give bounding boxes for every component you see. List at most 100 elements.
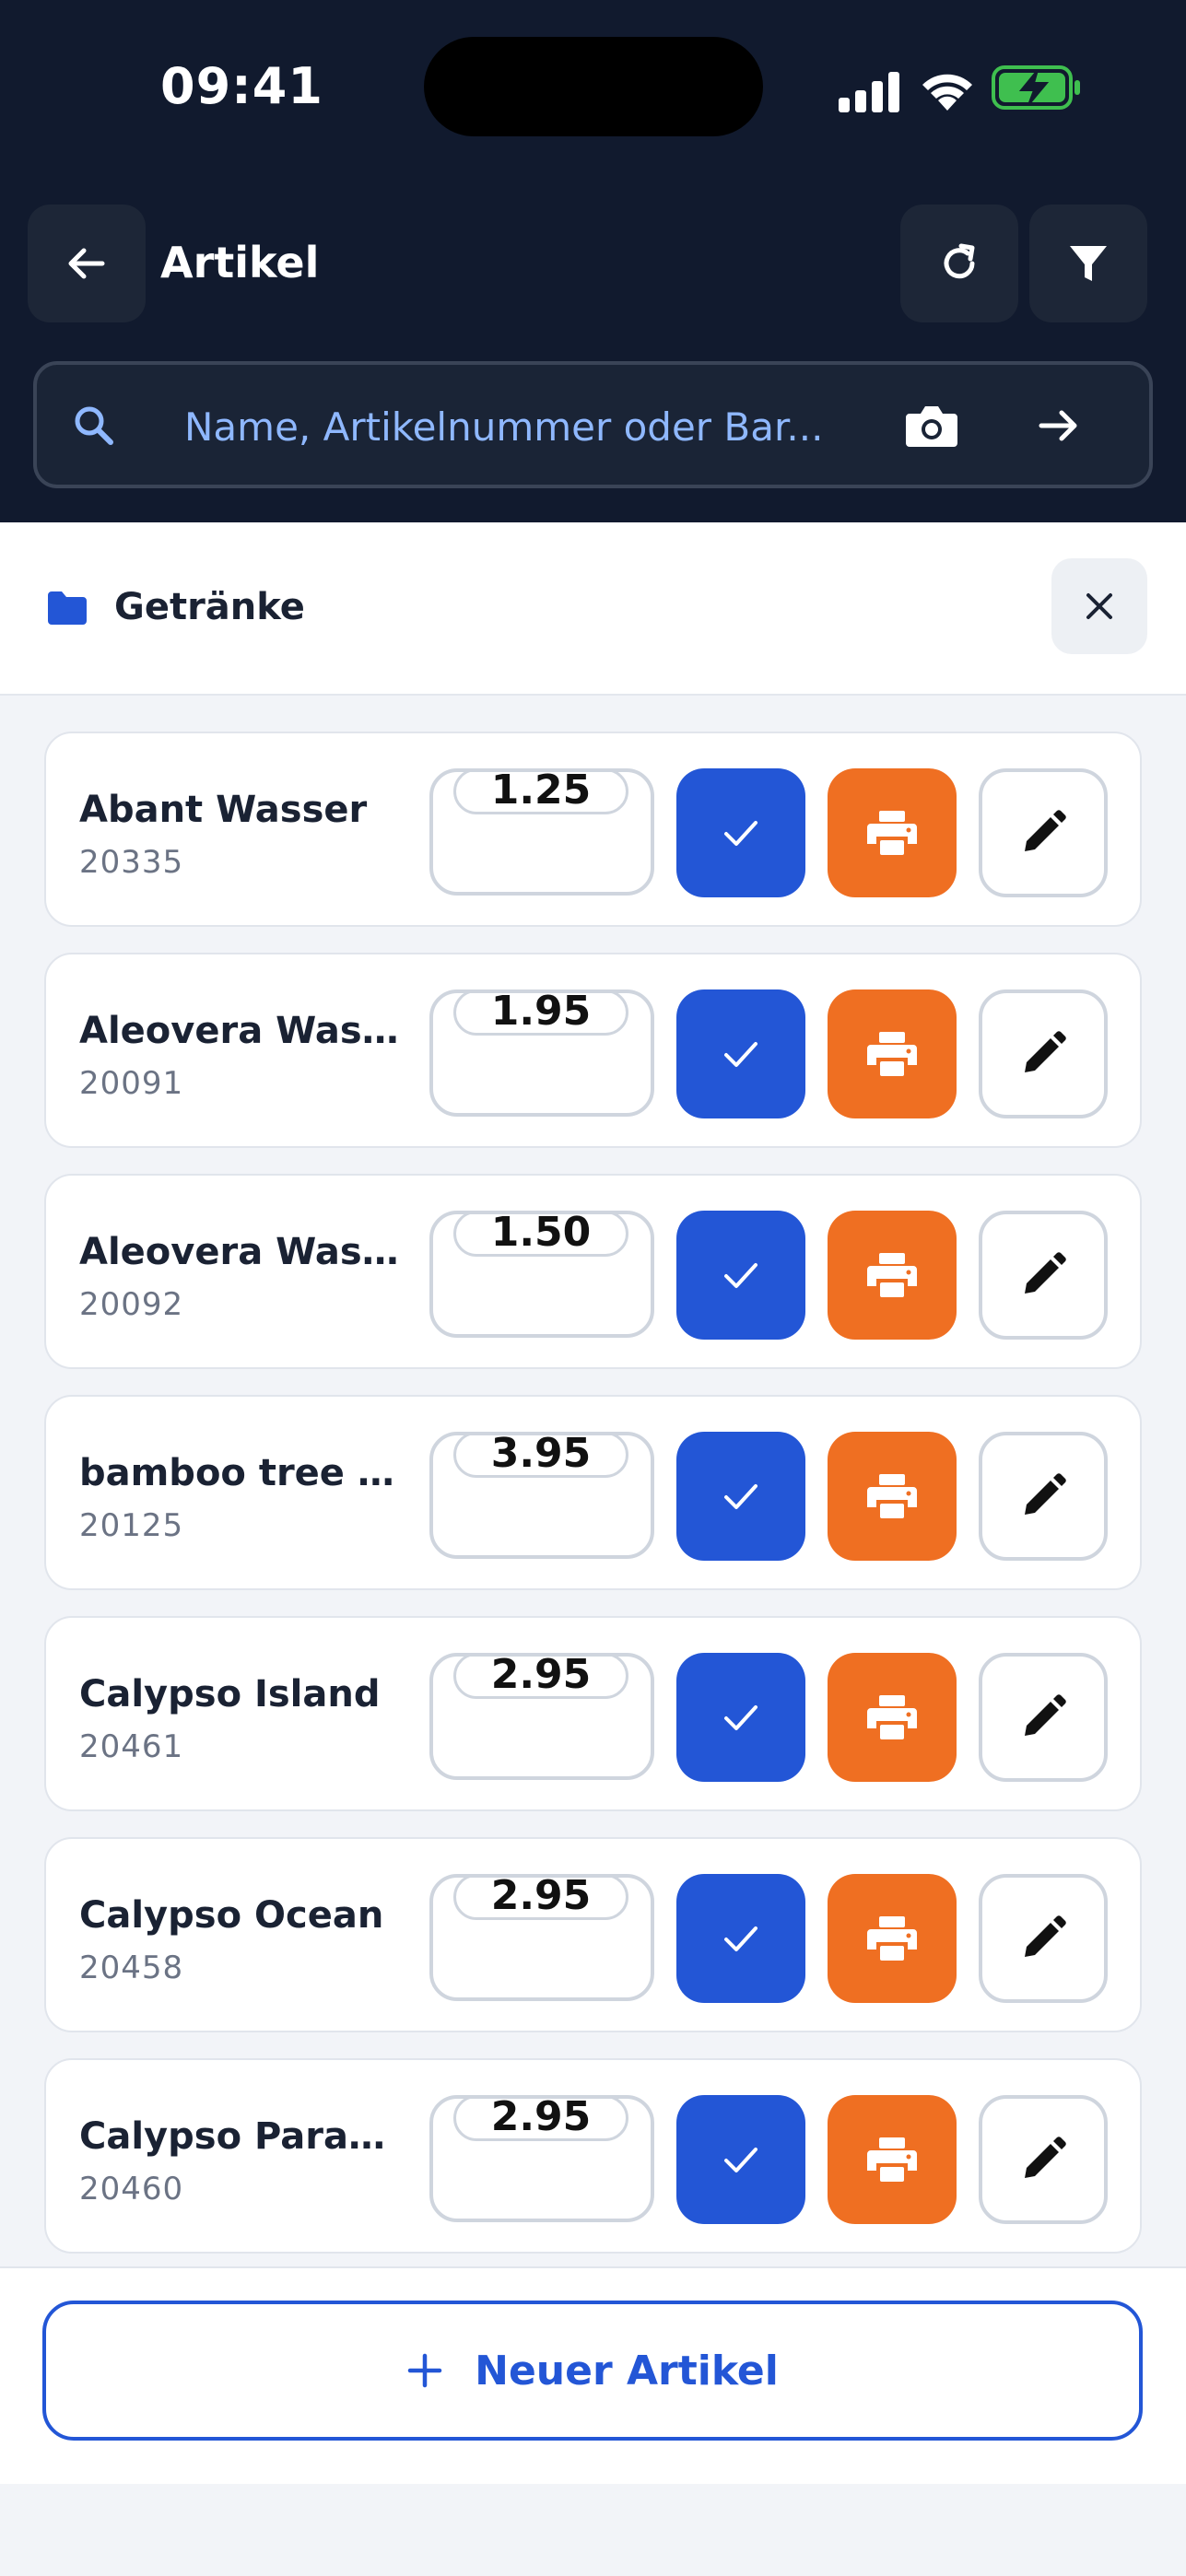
price-value: 2.95 xyxy=(453,2095,628,2141)
edit-item-button[interactable] xyxy=(979,1653,1108,1782)
print-label-button[interactable] xyxy=(828,768,957,897)
wifi-icon xyxy=(922,74,972,111)
confirm-price-button[interactable] xyxy=(676,1211,805,1340)
price-input[interactable]: 1.95 xyxy=(429,989,654,1117)
confirm-price-button[interactable] xyxy=(676,1874,805,2003)
refresh-button[interactable] xyxy=(900,205,1018,322)
price-value: 2.95 xyxy=(453,1653,628,1699)
back-button[interactable] xyxy=(28,205,146,322)
confirm-price-button[interactable] xyxy=(676,1653,805,1782)
new-item-label: Neuer Artikel xyxy=(475,2347,779,2395)
new-item-button[interactable]: Neuer Artikel xyxy=(42,2301,1143,2441)
item-number: 20460 xyxy=(79,2171,184,2207)
item-card[interactable]: Abant Wasser 20335 1.25 xyxy=(44,732,1142,927)
pencil-icon xyxy=(1025,2137,1066,2178)
item-name: Calypso Paradise xyxy=(79,2115,411,2158)
item-number: 20092 xyxy=(79,1286,184,1323)
print-label-button[interactable] xyxy=(828,1874,957,2003)
edit-item-button[interactable] xyxy=(979,1874,1108,2003)
check-icon xyxy=(724,1263,757,1288)
pencil-icon xyxy=(1025,1031,1066,1072)
edit-item-button[interactable] xyxy=(979,2095,1108,2224)
item-card[interactable]: Calypso Paradise 20460 2.95 xyxy=(44,2058,1142,2254)
item-name: Abant Wasser xyxy=(79,789,368,831)
refresh-icon xyxy=(944,243,975,279)
pencil-icon xyxy=(1025,1252,1066,1294)
filter-icon xyxy=(1070,246,1107,281)
folder-icon xyxy=(48,591,87,625)
price-value: 1.50 xyxy=(453,1211,628,1257)
check-icon xyxy=(724,1705,757,1730)
arrow-right-icon xyxy=(1039,410,1077,441)
app-header: 09:41 Artikel xyxy=(0,0,1186,522)
camera-scan-button[interactable] xyxy=(890,387,973,464)
price-value: 1.95 xyxy=(453,989,628,1036)
cellular-signal-icon xyxy=(839,72,899,112)
print-label-button[interactable] xyxy=(828,2095,957,2224)
print-label-button[interactable] xyxy=(828,1432,957,1561)
item-name: Aleovera Wasse... xyxy=(79,1231,411,1273)
search-input[interactable] xyxy=(184,394,829,459)
item-card[interactable]: bamboo tree ko... 20125 3.95 xyxy=(44,1395,1142,1590)
printer-icon xyxy=(867,2137,917,2182)
search-icon xyxy=(75,406,113,445)
camera-icon xyxy=(906,406,957,447)
pencil-icon xyxy=(1025,810,1066,851)
item-card[interactable]: Calypso Island 20461 2.95 xyxy=(44,1616,1142,1811)
clear-category-button[interactable] xyxy=(1051,558,1147,654)
price-input[interactable]: 1.50 xyxy=(429,1211,654,1338)
price-input[interactable]: 2.95 xyxy=(429,1874,654,2001)
edit-item-button[interactable] xyxy=(979,989,1108,1118)
pencil-icon xyxy=(1025,1694,1066,1736)
price-input[interactable]: 2.95 xyxy=(429,2095,654,2222)
item-card[interactable]: Calypso Ocean 20458 2.95 xyxy=(44,1837,1142,2032)
close-icon xyxy=(1086,593,1112,619)
price-value: 3.95 xyxy=(453,1432,628,1478)
item-name: Calypso Island xyxy=(79,1673,381,1715)
printer-icon xyxy=(867,1253,917,1297)
plus-icon xyxy=(407,2353,442,2388)
price-input[interactable]: 3.95 xyxy=(429,1432,654,1559)
filter-button[interactable] xyxy=(1029,205,1147,322)
print-label-button[interactable] xyxy=(828,1653,957,1782)
printer-icon xyxy=(867,811,917,855)
item-card[interactable]: Aleovera Wasse... 20091 1.95 xyxy=(44,953,1142,1148)
printer-icon xyxy=(867,1695,917,1739)
printer-icon xyxy=(867,1916,917,1961)
search-submit-button[interactable] xyxy=(1017,387,1100,464)
printer-icon xyxy=(867,1474,917,1518)
item-number: 20125 xyxy=(79,1507,184,1544)
print-label-button[interactable] xyxy=(828,989,957,1118)
price-input[interactable]: 2.95 xyxy=(429,1653,654,1780)
confirm-price-button[interactable] xyxy=(676,2095,805,2224)
page-title: Artikel xyxy=(160,238,320,287)
check-icon xyxy=(724,1042,757,1067)
check-icon xyxy=(724,2148,757,2172)
edit-item-button[interactable] xyxy=(979,1432,1108,1561)
edit-item-button[interactable] xyxy=(979,768,1108,897)
item-name: Calypso Ocean xyxy=(79,1894,384,1937)
confirm-price-button[interactable] xyxy=(676,768,805,897)
confirm-price-button[interactable] xyxy=(676,1432,805,1561)
item-number: 20335 xyxy=(79,844,184,881)
category-label: Getränke xyxy=(114,586,305,628)
arrow-left-icon xyxy=(68,248,105,279)
check-icon xyxy=(724,1926,757,1951)
pencil-icon xyxy=(1025,1915,1066,1957)
dynamic-island xyxy=(424,37,763,136)
print-label-button[interactable] xyxy=(828,1211,957,1340)
item-number: 20458 xyxy=(79,1950,184,1986)
edit-item-button[interactable] xyxy=(979,1211,1108,1340)
price-value: 1.25 xyxy=(453,768,628,814)
price-input[interactable]: 1.25 xyxy=(429,768,654,896)
price-value: 2.95 xyxy=(453,1874,628,1920)
confirm-price-button[interactable] xyxy=(676,989,805,1118)
status-time: 09:41 xyxy=(160,57,323,115)
item-card[interactable]: Aleovera Wasse... 20092 1.50 xyxy=(44,1174,1142,1369)
check-icon xyxy=(724,821,757,846)
check-icon xyxy=(724,1484,757,1509)
pencil-icon xyxy=(1025,1473,1066,1515)
item-name: bamboo tree ko... xyxy=(79,1452,411,1494)
item-number: 20091 xyxy=(79,1065,184,1102)
item-number: 20461 xyxy=(79,1728,184,1765)
